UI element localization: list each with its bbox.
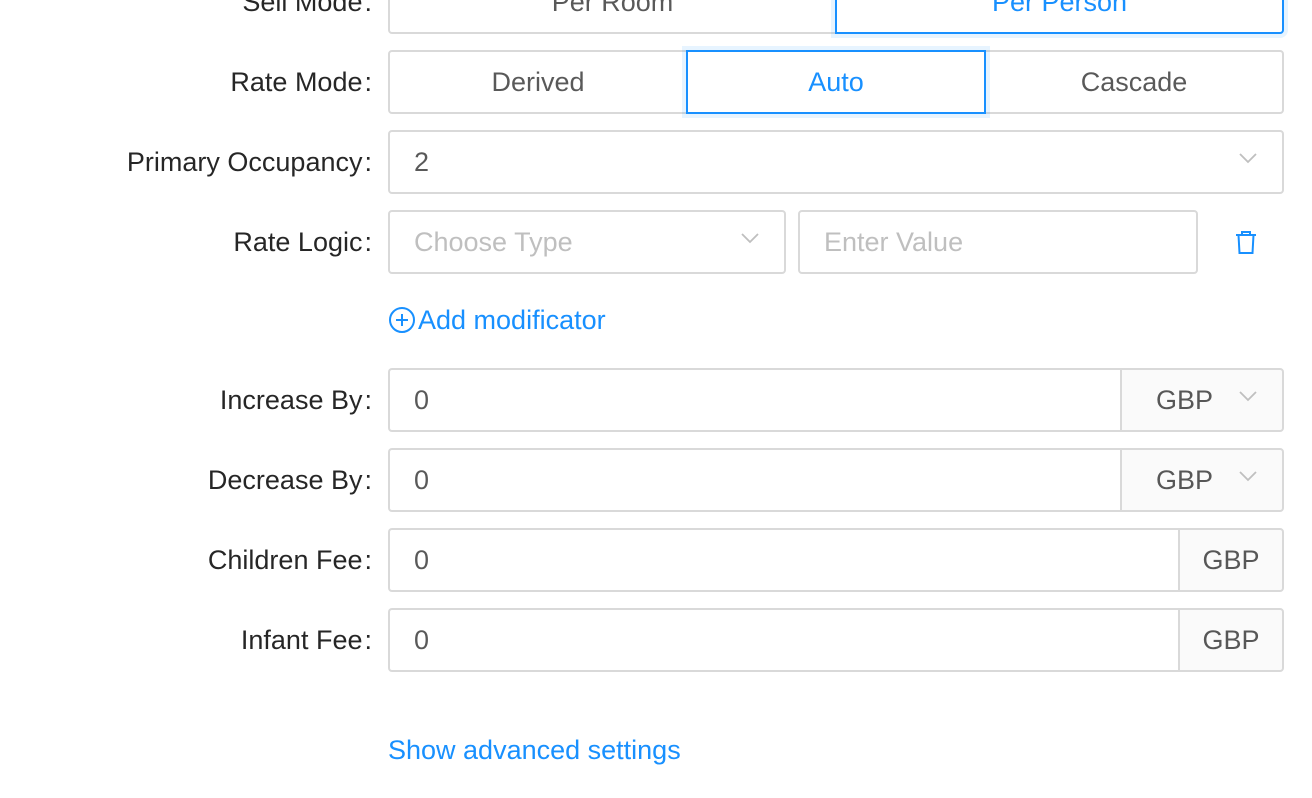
- sell-mode-row: Sell Mode: Per Room Per Person: [0, 0, 1312, 34]
- children-fee-input[interactable]: [388, 528, 1178, 592]
- plus-circle-icon: [388, 306, 416, 334]
- rate-logic-row: Rate Logic: Choose Type: [0, 210, 1312, 274]
- decrease-by-row: Decrease By: GBP: [0, 448, 1312, 512]
- decrease-by-currency-select[interactable]: GBP: [1120, 448, 1284, 512]
- children-fee-currency-value: GBP: [1202, 544, 1260, 575]
- children-fee-input-group: GBP: [388, 528, 1284, 592]
- increase-by-currency-value: GBP: [1156, 384, 1214, 415]
- show-advanced-settings-label: Show advanced settings: [388, 734, 681, 765]
- rate-mode-radio-group: Derived Auto Cascade: [388, 50, 1284, 114]
- rate-mode-control: Derived Auto Cascade: [388, 50, 1284, 114]
- rate-mode-option-auto[interactable]: Auto: [686, 50, 986, 114]
- infant-fee-input-group: GBP: [388, 608, 1284, 672]
- sell-mode-option-per-person[interactable]: Per Person: [835, 0, 1284, 34]
- sell-mode-option-per-room[interactable]: Per Room: [388, 0, 837, 34]
- infant-fee-label: Infant Fee:: [240, 624, 372, 655]
- add-modificator-label: Add modificator: [418, 304, 606, 335]
- chevron-down-icon: [1238, 466, 1258, 486]
- delete-icon[interactable]: [1232, 228, 1260, 256]
- infant-fee-row: Infant Fee: GBP: [0, 608, 1312, 672]
- increase-by-control: GBP: [388, 368, 1284, 432]
- increase-by-input-group: GBP: [388, 368, 1284, 432]
- increase-by-row: Increase By: GBP: [0, 368, 1312, 432]
- rate-mode-row: Rate Mode: Derived Auto Cascade: [0, 50, 1312, 114]
- add-modificator-button[interactable]: Add modificator: [388, 300, 606, 340]
- increase-by-input[interactable]: [388, 368, 1120, 432]
- increase-by-label: Increase By:: [219, 384, 372, 415]
- decrease-by-label: Decrease By:: [207, 464, 372, 495]
- sell-mode-control: Per Room Per Person: [388, 0, 1284, 34]
- infant-fee-currency-value: GBP: [1202, 624, 1260, 655]
- increase-by-currency-select[interactable]: GBP: [1120, 368, 1284, 432]
- children-fee-label: Children Fee:: [207, 544, 372, 575]
- children-fee-currency-addon: GBP: [1178, 528, 1284, 592]
- children-fee-row: Children Fee: GBP: [0, 528, 1312, 592]
- primary-occupancy-label: Primary Occupancy:: [126, 146, 372, 177]
- rate-logic-type-wrapper: Choose Type: [388, 210, 786, 274]
- decrease-by-input-group: GBP: [388, 448, 1284, 512]
- show-advanced-settings-link[interactable]: Show advanced settings: [388, 730, 681, 770]
- rate-logic-label: Rate Logic:: [233, 226, 372, 257]
- infant-fee-input[interactable]: [388, 608, 1178, 672]
- infant-fee-control: GBP: [388, 608, 1284, 672]
- rate-mode-label: Rate Mode:: [230, 66, 372, 97]
- chevron-down-icon: [1238, 148, 1258, 168]
- sell-mode-label: Sell Mode:: [242, 0, 372, 17]
- rate-logic-type-select[interactable]: Choose Type: [388, 210, 786, 274]
- rate-logic-value-input[interactable]: [798, 210, 1198, 274]
- children-fee-control: GBP: [388, 528, 1284, 592]
- primary-occupancy-row: Primary Occupancy: 2: [0, 130, 1312, 194]
- primary-occupancy-control: 2: [388, 130, 1284, 194]
- rate-mode-option-derived[interactable]: Derived: [388, 50, 688, 114]
- rate-mode-option-cascade[interactable]: Cascade: [984, 50, 1284, 114]
- decrease-by-control: GBP: [388, 448, 1284, 512]
- chevron-down-icon: [1238, 386, 1258, 406]
- decrease-by-input[interactable]: [388, 448, 1120, 512]
- primary-occupancy-value: 2: [414, 146, 430, 177]
- sell-mode-radio-group: Per Room Per Person: [388, 0, 1284, 34]
- primary-occupancy-select[interactable]: 2: [388, 130, 1284, 194]
- infant-fee-currency-addon: GBP: [1178, 608, 1284, 672]
- decrease-by-currency-value: GBP: [1156, 464, 1214, 495]
- rate-logic-type-placeholder: Choose Type: [414, 226, 573, 257]
- chevron-down-icon: [740, 228, 760, 248]
- rate-logic-control: Choose Type: [388, 210, 1284, 274]
